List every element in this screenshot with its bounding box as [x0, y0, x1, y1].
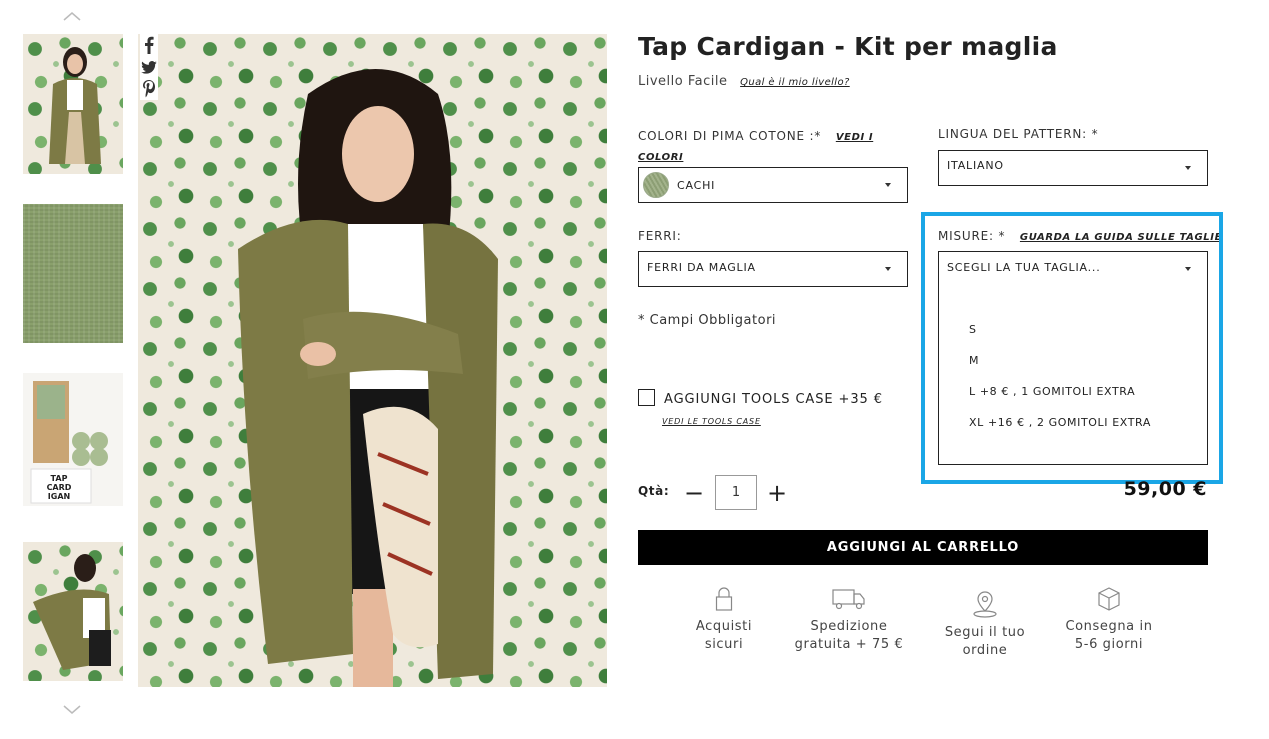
feature-free-shipping: Spedizione gratuita + 75 €	[790, 586, 908, 654]
tools-case-checkbox[interactable]	[638, 389, 655, 406]
level-info-link[interactable]: Qual è il mio livello?	[740, 77, 850, 88]
language-select-value: ITALIANO	[947, 158, 1004, 172]
location-pin-icon	[973, 591, 997, 618]
feature-shipping-line1: Spedizione	[810, 619, 888, 634]
difficulty-level-text: Livello Facile	[638, 74, 728, 89]
thumbnail-knit-texture[interactable]	[23, 204, 123, 343]
difficulty-level: Livello Facile Qual è il mio livello?	[638, 74, 850, 89]
needles-select-value: FERRI DA MAGLIA	[647, 260, 756, 274]
feature-delivery-time: Consegna in 5-6 giorni	[1060, 586, 1158, 654]
chevron-down-icon	[1185, 166, 1191, 170]
box-icon	[1098, 587, 1120, 611]
thumbnail-model-front[interactable]	[23, 34, 123, 174]
language-select[interactable]: ITALIANO	[938, 150, 1208, 186]
feature-shipping-line2: gratuita + 75 €	[794, 637, 904, 652]
product-title: Tap Cardigan - Kit per maglia	[638, 32, 1058, 61]
chevron-down-icon	[885, 183, 891, 187]
thumbnails-up-arrow-icon[interactable]	[62, 10, 82, 22]
share-bar	[140, 34, 158, 100]
quantity-increase-button[interactable]: +	[766, 479, 788, 507]
needles-select[interactable]: FERRI DA MAGLIA	[638, 251, 908, 287]
needles-label: FERRI:	[638, 229, 682, 243]
thumbnail-kit-package[interactable]: TAP CARD IGAN	[23, 373, 123, 506]
tools-case-label[interactable]: AGGIUNGI TOOLS CASE +35 €	[664, 392, 883, 407]
feature-delivery-line1: Consegna in	[1065, 619, 1153, 634]
feature-secure-purchase: Acquisti sicuri	[684, 586, 764, 654]
color-select-value: CACHI	[677, 178, 716, 192]
colors-label: COLORI DI PIMA COTONE :* VEDI I COLORI	[638, 127, 898, 167]
color-select[interactable]: CACHI	[638, 167, 908, 203]
feature-track-line2: ordine	[962, 643, 1008, 658]
chevron-down-icon	[885, 267, 891, 271]
product-price: 59,00 €	[1123, 478, 1207, 500]
thumbnail-model-side[interactable]	[23, 542, 123, 681]
quantity-input[interactable]	[715, 475, 757, 510]
thumbnails-down-arrow-icon[interactable]	[62, 704, 82, 716]
facebook-icon[interactable]	[140, 34, 158, 56]
twitter-icon[interactable]	[140, 56, 158, 78]
size-selector-highlight	[921, 212, 1223, 484]
main-product-image[interactable]	[138, 34, 607, 687]
lock-icon	[715, 587, 733, 611]
feature-track-order: Segui il tuo ordine	[936, 590, 1034, 660]
view-tools-case-link[interactable]: VEDI LE TOOLS CASE	[662, 417, 761, 426]
feature-delivery-line2: 5-6 giorni	[1074, 637, 1144, 652]
truck-icon	[832, 589, 865, 610]
color-swatch	[643, 172, 669, 198]
add-to-cart-button[interactable]: AGGIUNGI AL CARRELLO	[638, 530, 1208, 565]
quantity-decrease-button[interactable]: −	[683, 479, 705, 507]
feature-track-line1: Segui il tuo	[944, 625, 1026, 640]
required-fields-note: * Campi Obbligatori	[638, 313, 777, 328]
language-label: LINGUA DEL PATTERN: *	[938, 127, 1099, 141]
feature-secure-line2: sicuri	[704, 637, 744, 652]
colors-label-text: COLORI DI PIMA COTONE :*	[638, 129, 822, 143]
kit-thumb-title: TAP CARD IGAN	[46, 474, 72, 501]
quantity-label: Qtà:	[638, 484, 670, 498]
pinterest-icon[interactable]	[140, 78, 158, 100]
feature-secure-line1: Acquisti	[695, 619, 753, 634]
